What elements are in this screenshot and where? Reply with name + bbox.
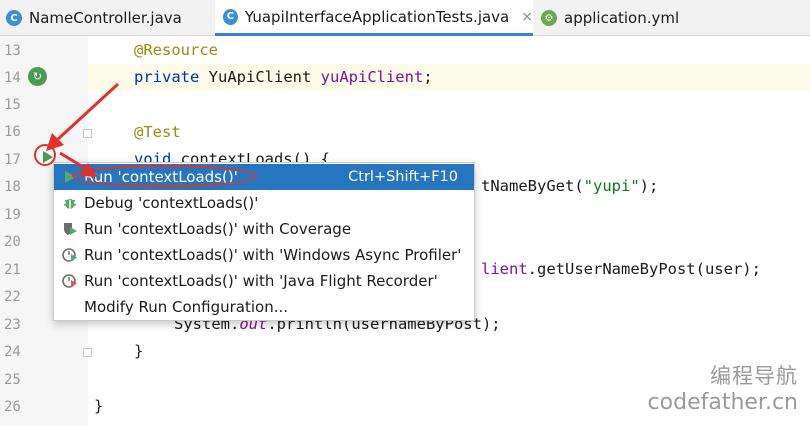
arrow-to-gutter: [55, 82, 120, 142]
arrow-to-menu: [59, 151, 89, 172]
annotation-arrows: [46, 82, 120, 177]
watermark-domain: codefather.cn: [647, 390, 798, 415]
watermark-title: 编程导航: [710, 364, 798, 388]
